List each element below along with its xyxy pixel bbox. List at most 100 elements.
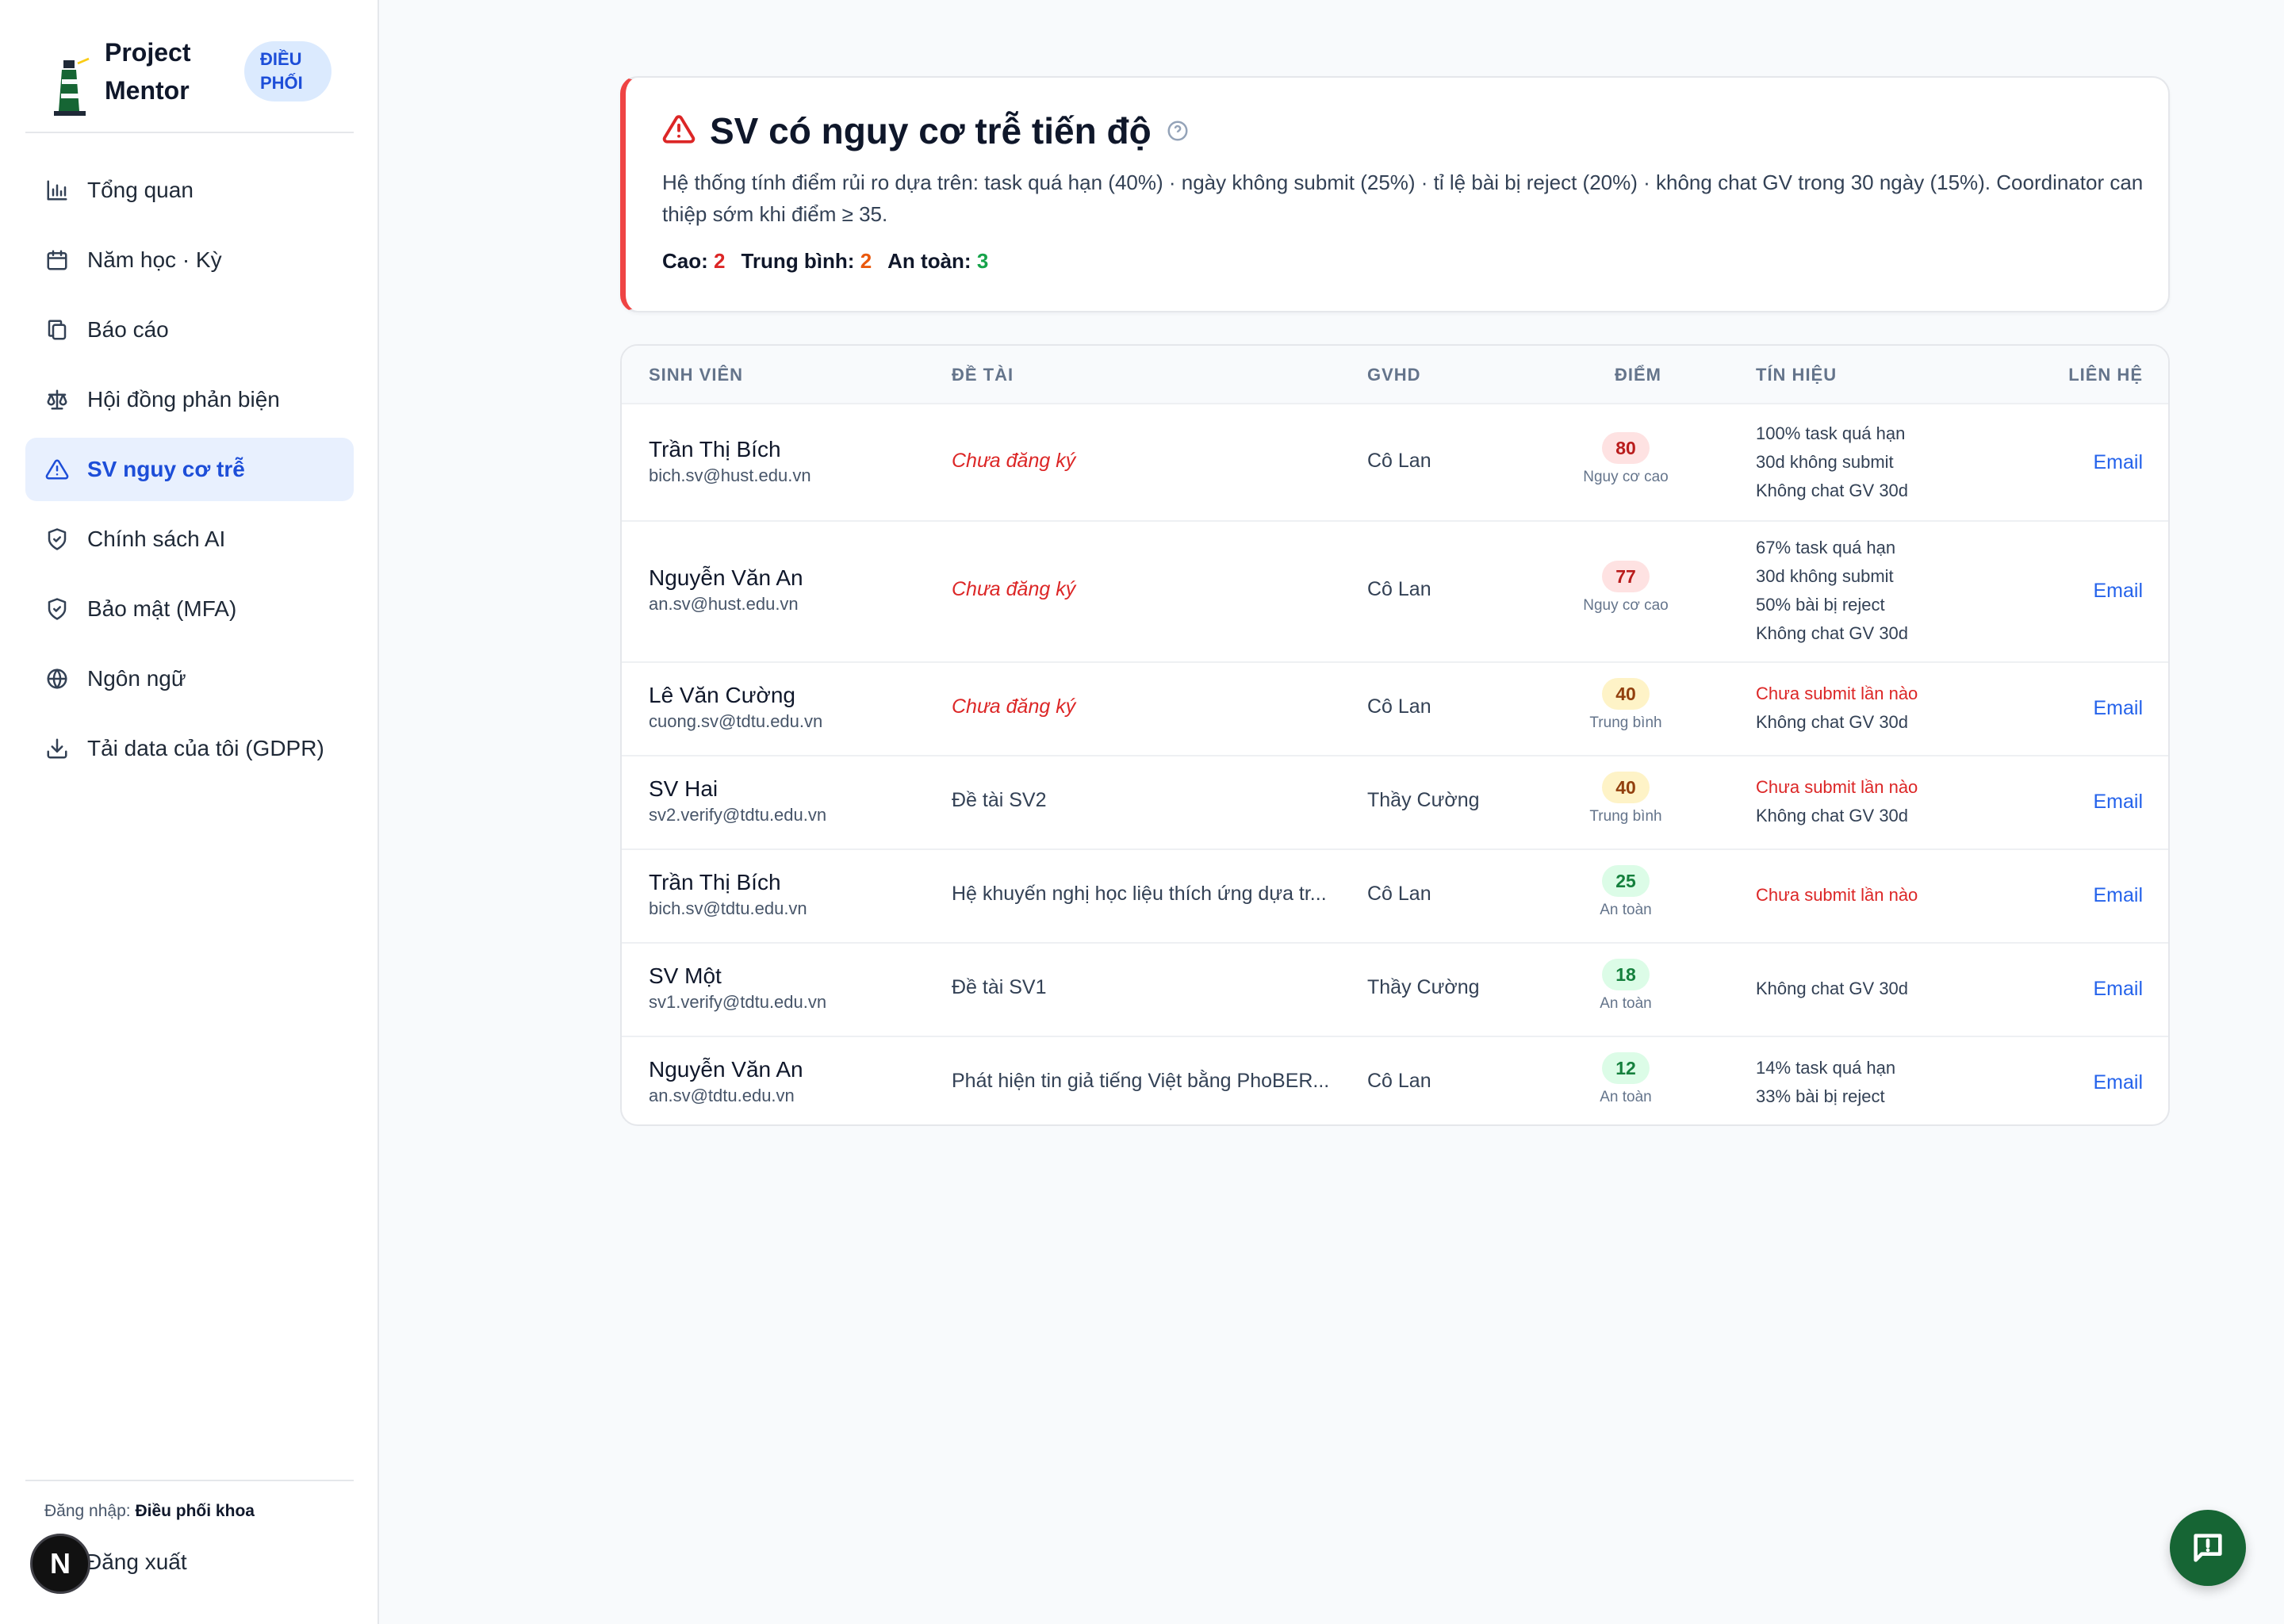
student-name: Trần Thị Bích: [649, 870, 781, 894]
risk-level-label: Trung bình: [1589, 808, 1662, 825]
sidebar-item-reports[interactable]: Báo cáo: [25, 298, 354, 362]
risk-signal: Chưa submit lần nào: [1756, 885, 1918, 905]
sidebar-item-label: Bảo mật (MFA): [87, 596, 237, 621]
advisor-cell: Thầy Cường: [1367, 789, 1480, 811]
count-high: Cao: 2: [662, 249, 725, 274]
risk-signal: Không chat GV 30d: [1756, 712, 1909, 732]
divider: [25, 132, 354, 133]
topic-cell: Chưa đăng ký: [952, 578, 1076, 600]
column-header-student: SINH VIÊN: [649, 365, 744, 385]
globe-icon: [44, 666, 70, 691]
email-link[interactable]: Email: [2093, 978, 2143, 1001]
risk-signal: 50% bài bị reject: [1756, 595, 1885, 615]
risk-signal: 33% bài bị reject: [1756, 1086, 1885, 1106]
table-row: SV Hai sv2.verify@tdtu.edu.vn Đề tài SV2 Th…: [622, 755, 2168, 850]
advisor-cell: Cô Lan: [1367, 695, 1431, 718]
login-prefix: Đăng nhập:: [44, 1502, 131, 1520]
topic-cell: Phát hiện tin giả tiếng Việt bằng PhoBER…: [952, 1070, 1330, 1092]
email-link[interactable]: Email: [2093, 791, 2143, 814]
risk-level-label: Nguy cơ cao: [1583, 469, 1669, 485]
email-link[interactable]: Email: [2093, 1071, 2143, 1094]
sidebar-item-label: Tổng quan: [87, 178, 194, 202]
topic-cell: Đề tài SV2: [952, 789, 1047, 811]
risk-level-label: An toàn: [1600, 902, 1652, 918]
chat-alert-icon: [2194, 1534, 2222, 1562]
student-email: an.sv@tdtu.edu.vn: [649, 1086, 795, 1105]
risk-signal: Không chat GV 30d: [1756, 979, 1909, 998]
column-header-advisor: GVHD: [1367, 365, 1421, 385]
chat-button[interactable]: [2170, 1510, 2246, 1586]
count-value: 3: [976, 249, 989, 273]
sidebar-item-overview[interactable]: Tổng quan: [25, 159, 354, 222]
app-name: Project Mentor: [105, 33, 190, 109]
risk-formula-description: Hệ thống tính điểm rủi ro dựa trên: task…: [662, 170, 2144, 226]
student-email: bich.sv@hust.edu.vn: [649, 465, 811, 485]
sidebar-item-terms[interactable]: Năm học · Kỳ: [25, 228, 354, 292]
risk-signal: Chưa submit lần nào: [1756, 777, 1918, 797]
column-header-topic: ĐỀ TÀI: [952, 365, 1014, 385]
sidebar-item-ai-policy[interactable]: Chính sách AI: [25, 508, 354, 571]
topic-cell: Chưa đăng ký: [952, 695, 1076, 718]
count-label: An toàn:: [887, 249, 971, 273]
student-name: Nguyễn Văn An: [649, 565, 803, 590]
count-label: Trung bình:: [741, 249, 855, 273]
risk-signal: Không chat GV 30d: [1756, 481, 1909, 500]
count-safe: An toàn: 3: [887, 249, 988, 274]
sidebar-item-label: SV nguy cơ trễ: [87, 457, 245, 481]
score-cell: 18 An toàn: [1546, 959, 1705, 1013]
sidebar-item-security[interactable]: Bảo mật (MFA): [25, 577, 354, 641]
student-cell: SV Hai sv2.verify@tdtu.edu.vn: [649, 775, 826, 827]
help-icon[interactable]: [1166, 119, 1190, 143]
student-email: bich.sv@tdtu.edu.vn: [649, 898, 807, 918]
sidebar-nav: Tổng quan Năm học · Kỳ Báo cáo Hội đồng …: [25, 159, 354, 787]
email-link[interactable]: Email: [2093, 580, 2143, 603]
risk-level-label: Nguy cơ cao: [1583, 597, 1669, 614]
score-cell: 40 Trung bình: [1546, 772, 1705, 825]
student-cell: Nguyễn Văn An an.sv@tdtu.edu.vn: [649, 1055, 803, 1108]
calendar-icon: [44, 247, 70, 273]
email-link[interactable]: Email: [2093, 884, 2143, 907]
download-icon: [44, 736, 70, 761]
risk-signal: 100% task quá hạn: [1756, 423, 1906, 443]
student-name: SV Một: [649, 963, 722, 988]
signals-cell: Chưa submit lần nào Không chat GV 30d: [1756, 773, 1918, 830]
student-name: SV Hai: [649, 776, 719, 801]
student-cell: Trần Thị Bích bich.sv@hust.edu.vn: [649, 435, 811, 488]
brand: Project Mentor ĐIỀU PHỐI: [25, 29, 352, 132]
role-badge: ĐIỀU PHỐI: [244, 41, 331, 102]
sidebar-item-label: Chính sách AI: [87, 527, 226, 551]
risk-signal: Không chat GV 30d: [1756, 623, 1909, 643]
advisor-cell: Thầy Cường: [1367, 976, 1480, 998]
topic-cell: Hệ khuyến nghị học liệu thích ứng dựa tr…: [952, 883, 1327, 905]
student-cell: Trần Thị Bích bich.sv@tdtu.edu.vn: [649, 868, 807, 921]
table-row: Trần Thị Bích bich.sv@tdtu.edu.vn Hệ khuyế…: [622, 848, 2168, 944]
avatar[interactable]: N: [30, 1534, 90, 1594]
count-value: 2: [714, 249, 726, 273]
student-email: sv2.verify@tdtu.edu.vn: [649, 805, 827, 825]
sidebar-item-review-council[interactable]: Hội đồng phản biện: [25, 368, 354, 431]
sidebar-item-at-risk[interactable]: SV nguy cơ trễ: [25, 438, 354, 501]
risk-level-label: An toàn: [1600, 1089, 1652, 1105]
risk-signal: Chưa submit lần nào: [1756, 684, 1918, 703]
risk-counts: Cao: 2 Trung bình: 2 An toàn: 3: [662, 249, 1004, 274]
risk-level-label: An toàn: [1600, 995, 1652, 1012]
risk-signal: 30d không submit: [1756, 566, 1894, 586]
count-label: Cao:: [662, 249, 708, 273]
risk-score-badge: 12: [1602, 1052, 1650, 1084]
risk-signal: 67% task quá hạn: [1756, 538, 1896, 557]
table-row: Trần Thị Bích bich.sv@hust.edu.vn Chưa đăn…: [622, 404, 2168, 522]
logout-button[interactable]: Đăng xuất: [86, 1549, 187, 1575]
sidebar-item-gdpr-download[interactable]: Tải data của tôi (GDPR): [25, 717, 354, 780]
student-cell: SV Một sv1.verify@tdtu.edu.vn: [649, 962, 826, 1014]
risk-score-badge: 80: [1602, 432, 1650, 464]
score-cell: 12 An toàn: [1546, 1052, 1705, 1106]
table-row: Lê Văn Cường cuong.sv@tdtu.edu.vn Chưa đăn…: [622, 661, 2168, 756]
risk-signal: 30d không submit: [1756, 452, 1894, 472]
sidebar-item-language[interactable]: Ngôn ngữ: [25, 647, 354, 710]
page-title: SV có nguy cơ trễ tiến độ: [710, 110, 1152, 151]
email-link[interactable]: Email: [2093, 697, 2143, 720]
sidebar-item-label: Báo cáo: [87, 317, 169, 342]
risk-score-badge: 40: [1602, 772, 1650, 803]
signals-cell: Chưa submit lần nào Không chat GV 30d: [1756, 680, 1918, 737]
email-link[interactable]: Email: [2093, 451, 2143, 474]
